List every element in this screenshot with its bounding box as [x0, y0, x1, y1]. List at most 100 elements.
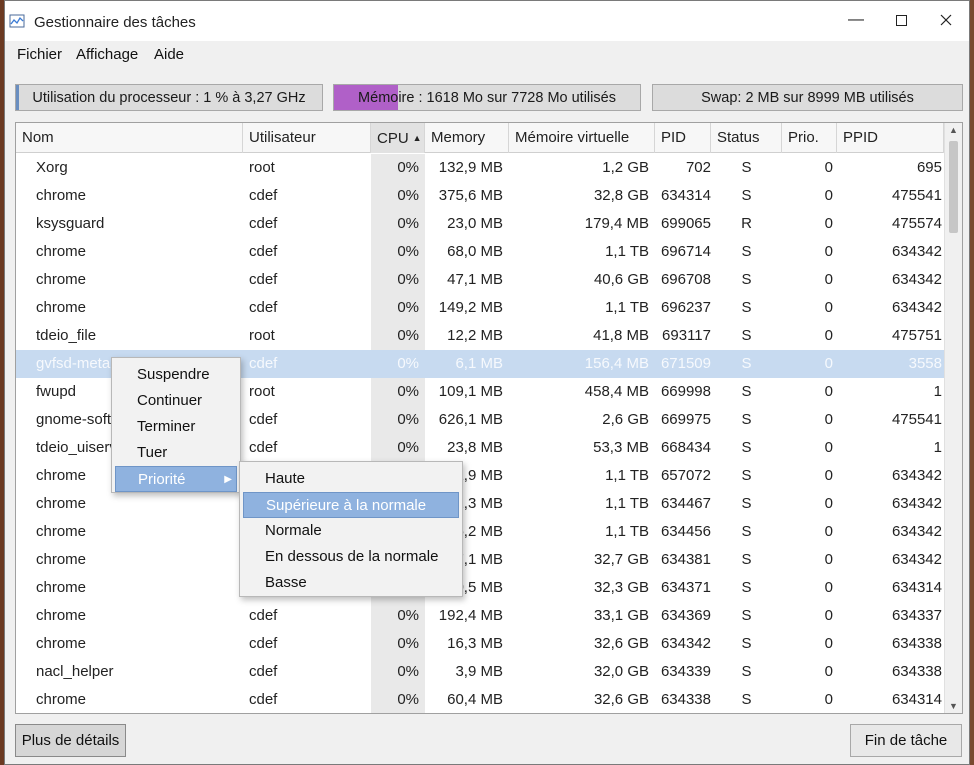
cell-utilisateur: cdef: [249, 411, 278, 428]
minimize-button[interactable]: —: [841, 9, 871, 31]
cell-pid: 634467: [660, 495, 711, 512]
table-row[interactable]: ksysguard cdef 0% 23,0 MB 179,4 MB 699065 R 0 47…: [16, 210, 944, 238]
scroll-up-icon[interactable]: ▲: [949, 125, 958, 135]
cell-prio: 0: [824, 663, 833, 680]
cell-prio: 0: [824, 383, 833, 400]
table-row[interactable]: chrome 2,3 MB 1,1 TB 634467 S 0 634342: [16, 490, 944, 518]
table-row[interactable]: chrome cdef 0% 47,1 MB 40,6 GB 696708 S 0 634342: [16, 266, 944, 294]
context-menu-item-3[interactable]: Tuer: [115, 440, 237, 466]
cell-cpu: 0%: [397, 439, 419, 456]
cell-nom: chrome: [36, 299, 87, 316]
cell-memoire-virtuelle: 32,8 GB: [593, 187, 649, 204]
cell-prio: 0: [824, 327, 833, 344]
cell-cpu: 0%: [397, 187, 419, 204]
cell-pid: 634339: [660, 663, 711, 680]
menu-affichage[interactable]: Affichage: [76, 46, 138, 63]
end-task-button[interactable]: Fin de tâche: [850, 724, 962, 757]
table-row[interactable]: tdeio_file root 0% 12,2 MB 41,8 MB 693117 S 0 47…: [16, 322, 944, 350]
table-row[interactable]: chrome cdef 0% 68,0 MB 1,1 TB 696714 S 0 634342: [16, 238, 944, 266]
cell-ppid: 634342: [891, 299, 942, 316]
cell-cpu: 0%: [397, 243, 419, 260]
table-row[interactable]: chrome cdef 0% 16,3 MB 32,6 GB 634342 S 0 634338: [16, 630, 944, 658]
priority-option-2[interactable]: Normale: [243, 518, 459, 544]
cell-cpu: 0%: [397, 383, 419, 400]
cell-cpu: 0%: [397, 635, 419, 652]
table-row[interactable]: Xorg root 0% 132,9 MB 1,2 GB 702 S 0 695: [16, 154, 944, 182]
more-details-button[interactable]: Plus de détails: [15, 724, 126, 757]
cell-memory: 3,9 MB: [455, 663, 503, 680]
cell-status: S: [741, 523, 752, 540]
context-menu-item-2[interactable]: Terminer: [115, 414, 237, 440]
cell-utilisateur: cdef: [249, 215, 278, 232]
table-row[interactable]: chrome cdef 0% 149,2 MB 1,1 TB 696237 S 0 634342: [16, 294, 944, 322]
maximize-button[interactable]: [886, 9, 916, 31]
close-button[interactable]: [931, 9, 961, 31]
cell-ppid: 3558: [908, 355, 942, 372]
cell-nom: nacl_helper: [36, 663, 114, 680]
header-col-memory[interactable]: Memory: [425, 123, 509, 153]
table-header: Nom Utilisateur CPU ▲ Memory Mémoire virtuell…: [16, 123, 944, 153]
header-col-nom[interactable]: Nom: [16, 123, 243, 153]
table-row[interactable]: chrome cdef 0% 60,4 MB 32,6 GB 634338 S 0 634314: [16, 686, 944, 713]
priority-option-1[interactable]: Supérieure à la normale: [243, 492, 459, 518]
menu-fichier[interactable]: Fichier: [17, 46, 62, 63]
window-title: Gestionnaire des tâches: [34, 14, 196, 31]
cell-pid: 668434: [660, 439, 711, 456]
task-manager-window: Gestionnaire des tâches — Fichier Affich…: [4, 0, 970, 765]
header-col-prio[interactable]: Prio.: [782, 123, 837, 153]
cell-memoire-virtuelle: 1,1 TB: [605, 523, 649, 540]
vertical-scrollbar[interactable]: ▲ ▼: [944, 123, 962, 713]
cell-nom: chrome: [36, 243, 87, 260]
header-label: PID: [661, 129, 687, 146]
scrollbar-thumb[interactable]: [949, 141, 958, 233]
cell-status: S: [741, 327, 752, 344]
cell-pid: 693117: [662, 327, 711, 344]
cell-cpu: 0%: [397, 159, 419, 176]
priority-option-4[interactable]: Basse: [243, 570, 459, 596]
context-menu-label: Suspendre: [137, 366, 210, 383]
scroll-down-icon[interactable]: ▼: [949, 701, 958, 711]
cell-memoire-virtuelle: 32,0 GB: [593, 663, 649, 680]
table-row[interactable]: chrome cdef 0% 192,4 MB 33,1 GB 634369 S 0 63433…: [16, 602, 944, 630]
cell-nom: chrome: [36, 635, 87, 652]
header-col-ppid[interactable]: PPID: [837, 123, 944, 153]
priority-option-0[interactable]: Haute: [243, 466, 459, 492]
priority-option-3[interactable]: En dessous de la normale: [243, 544, 459, 570]
table-row[interactable]: nacl_helper cdef 0% 3,9 MB 32,0 GB 634339 S 0 63…: [16, 658, 944, 686]
cell-ppid: 1: [933, 383, 942, 400]
cell-status: R: [741, 215, 752, 232]
cell-memoire-virtuelle: 33,1 GB: [593, 607, 649, 624]
table-row[interactable]: chrome 7,1 MB 32,7 GB 634381 S 0 634342: [16, 546, 944, 574]
cell-utilisateur: cdef: [249, 187, 278, 204]
priority-submenu: Haute Supérieure à la normale Normale En de…: [239, 461, 463, 597]
cell-ppid: 695: [916, 159, 942, 176]
cell-nom: tdeio_file: [36, 327, 97, 344]
cell-memory: 132,9 MB: [438, 159, 503, 176]
table-row[interactable]: chrome cdef 0% 375,6 MB 32,8 GB 634314 S 0 47554…: [16, 182, 944, 210]
context-menu-item-1[interactable]: Continuer: [115, 388, 237, 414]
menu-aide[interactable]: Aide: [154, 46, 184, 63]
cell-nom: chrome: [36, 579, 87, 596]
context-menu-item-4[interactable]: Priorité ▶: [115, 466, 237, 492]
table-row[interactable]: chrome 5,2 MB 1,1 TB 634456 S 0 634342: [16, 518, 944, 546]
context-menu-item-0[interactable]: Suspendre: [115, 362, 237, 388]
header-col-memoire-virtuelle[interactable]: Mémoire virtuelle: [509, 123, 655, 153]
cell-prio: 0: [824, 579, 833, 596]
header-col-utilisateur[interactable]: Utilisateur: [243, 123, 371, 153]
cell-cpu: 0%: [397, 663, 419, 680]
cell-nom: chrome: [36, 551, 87, 568]
cell-cpu: 0%: [397, 327, 419, 344]
cell-ppid: 634342: [891, 243, 942, 260]
cell-ppid: 634342: [891, 551, 942, 568]
maximize-icon: [895, 14, 907, 26]
cell-status: S: [741, 551, 752, 568]
header-col-cpu[interactable]: CPU ▲: [371, 123, 425, 153]
cell-prio: 0: [824, 243, 833, 260]
header-col-pid[interactable]: PID: [655, 123, 711, 153]
table-row[interactable]: chrome 0,5 MB 32,3 GB 634371 S 0 634314: [16, 574, 944, 602]
cell-pid: 699065: [660, 215, 711, 232]
cell-prio: 0: [824, 215, 833, 232]
close-icon: [940, 14, 952, 26]
cell-cpu: 0%: [397, 215, 419, 232]
header-col-status[interactable]: Status: [711, 123, 782, 153]
